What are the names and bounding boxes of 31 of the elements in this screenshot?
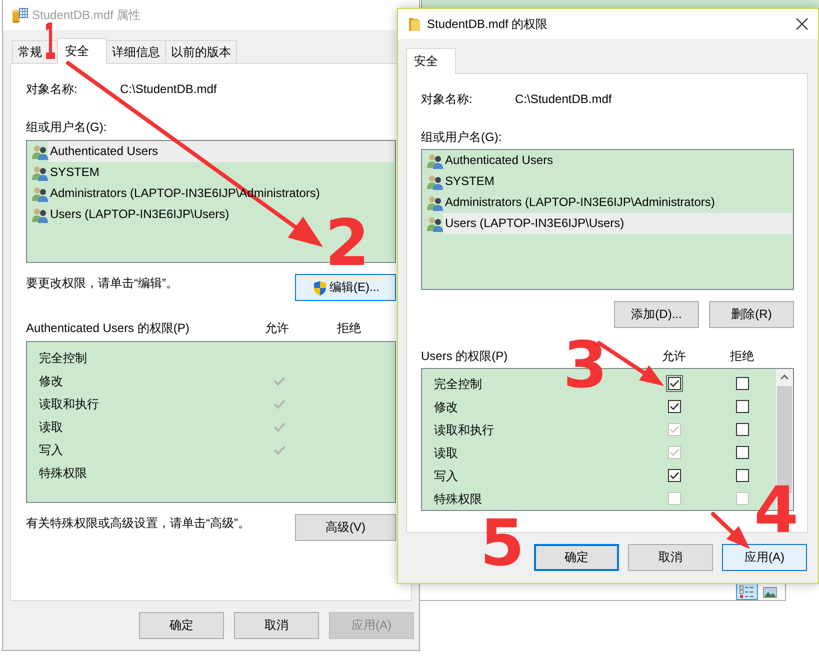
permission-name: 特殊权限 xyxy=(433,490,482,506)
permission-name: 修改 xyxy=(433,398,458,414)
hint-text: 有关特殊权限或高级设置，请单击“高级”。 xyxy=(26,515,250,531)
permission-name: 写入 xyxy=(38,442,63,458)
field-label: 组或用户名(G): xyxy=(421,129,502,145)
permission-name: 修改 xyxy=(38,372,63,388)
permission-name: 读取 xyxy=(433,444,458,460)
column-header: 拒绝 xyxy=(336,320,362,336)
object-name: C:\StudentDB.mdf xyxy=(120,81,217,97)
field-label: 对象名称: xyxy=(421,91,474,107)
permission-name: 读取 xyxy=(38,418,63,434)
permission-name: 完全控制 xyxy=(38,350,87,366)
window-title: StudentDB.mdf 的权限 xyxy=(427,16,548,32)
field-label: 对象名称: xyxy=(26,81,78,97)
column-header: 拒绝 xyxy=(729,348,755,364)
permission-name: 写入 xyxy=(433,468,458,484)
field-label: 组或用户名(G): xyxy=(26,119,107,135)
object-name: C:\StudentDB.mdf xyxy=(515,91,612,107)
annotation-number: 5 xyxy=(480,518,525,570)
annotation-number: 2 xyxy=(325,218,370,270)
column-header: 允许 xyxy=(661,348,687,364)
permission-name: 读取和执行 xyxy=(38,396,99,412)
permissions-label: Authenticated Users 的权限(P) xyxy=(26,320,190,336)
column-header: 允许 xyxy=(264,320,290,336)
permission-name: 特殊权限 xyxy=(38,464,87,480)
hint-text: 要更改权限，请单击“编辑”。 xyxy=(26,275,178,291)
annotation-number: 3 xyxy=(563,340,608,392)
permissions-label: Users 的权限(P) xyxy=(421,348,509,364)
permission-name: 完全控制 xyxy=(433,376,482,392)
permission-name: 读取和执行 xyxy=(433,422,494,438)
window-title: StudentDB.mdf 属性 xyxy=(32,7,141,22)
